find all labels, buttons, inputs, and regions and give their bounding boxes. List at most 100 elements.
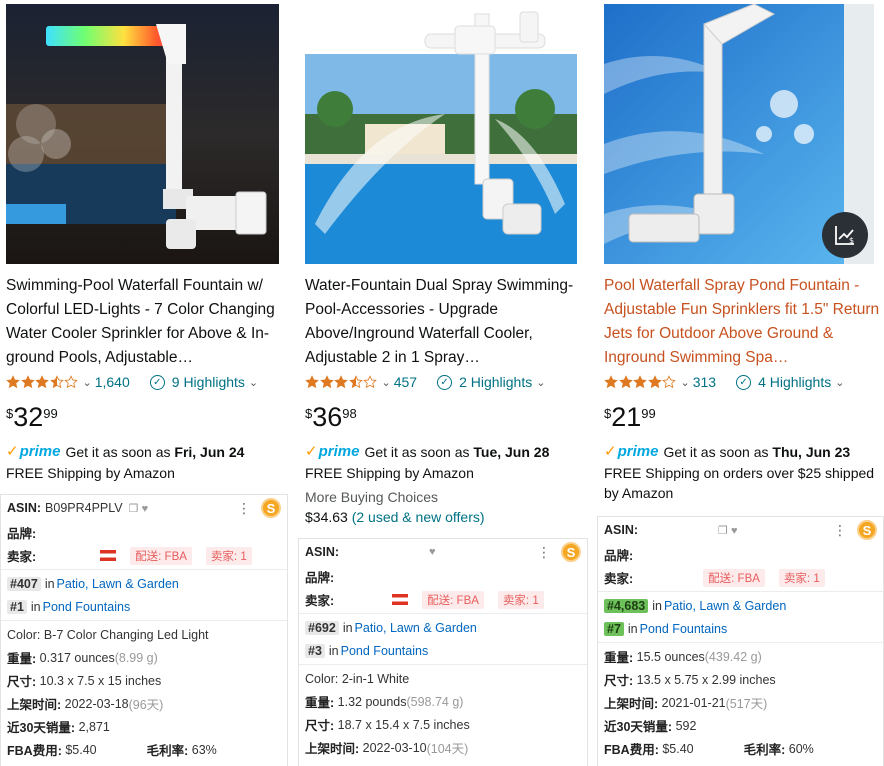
rating-count[interactable]: 313 xyxy=(693,374,716,390)
fba-tag: 配送: FBA xyxy=(703,568,765,587)
product-image-1[interactable] xyxy=(6,4,279,264)
fba-tag: 配送: FBA xyxy=(130,546,192,565)
star-rating[interactable] xyxy=(604,375,677,389)
highlights-link[interactable]: ✓ 4 Highlights ⌄ xyxy=(736,374,847,390)
copy-icon[interactable]: ❐ xyxy=(129,503,139,515)
more-buying-offer: $34.63 (2 used & new offers) xyxy=(305,507,485,527)
heart-icon[interactable]: ♥ xyxy=(731,525,738,537)
heart-icon[interactable]: ♥ xyxy=(142,503,149,515)
delivery-prefix: Get it as soon as xyxy=(663,444,769,460)
price[interactable]: $ 21 99 xyxy=(604,402,656,432)
rank-badge: #407 xyxy=(7,576,41,591)
weight-row: 重量: 1.32 pounds (598.74 g) xyxy=(305,694,464,711)
trend-chart-icon: $ xyxy=(835,226,854,245)
rank-badge: #7 xyxy=(604,621,624,636)
prime-check-icon: ✓ xyxy=(6,443,19,460)
product-title[interactable]: Swimming-Pool Waterfall Fountain w/ Colo… xyxy=(6,274,282,370)
delivery-date: Thu, Jun 23 xyxy=(772,444,851,460)
delivery-row: ✓ prime Get it as soon as Thu, Jun 23 xyxy=(604,442,850,462)
prime-badge: ✓ prime xyxy=(305,443,360,460)
seller-value[interactable] xyxy=(633,571,690,584)
flag-icon xyxy=(100,550,117,561)
heart-icon[interactable]: ♥ xyxy=(429,546,436,558)
kebab-menu-icon[interactable]: ⋮ xyxy=(833,522,847,539)
product-card-3: $ Pool Waterfall Spray Pond Fountain - A… xyxy=(597,0,884,766)
chevron-down-icon[interactable]: ⌄ xyxy=(83,376,92,389)
rank-category-link[interactable]: Pond Fountains xyxy=(341,644,429,658)
star-icon xyxy=(647,375,662,389)
brand-row: 品牌: xyxy=(7,527,37,541)
star-rating[interactable] xyxy=(6,375,79,389)
sellersprite-logo-icon[interactable]: S xyxy=(857,520,877,540)
star-icon xyxy=(348,375,363,389)
rank-category-link[interactable]: Pond Fountains xyxy=(640,622,728,636)
kebab-menu-icon[interactable]: ⋮ xyxy=(237,500,251,517)
rank-category-link[interactable]: Patio, Lawn & Garden xyxy=(57,577,179,591)
kebab-menu-icon[interactable]: ⋮ xyxy=(537,544,551,561)
star-icon xyxy=(20,375,35,389)
copy-icon[interactable]: ❐ xyxy=(718,525,728,537)
sales-row: 近30天销量: 2,871 xyxy=(7,719,110,736)
rank-category-link[interactable]: Patio, Lawn & Garden xyxy=(355,621,477,635)
seller-info-panel: ASIN: ❐ ♥ ⋮ S 品牌: 卖家: 配送: FBA 卖家: 1 #4,6… xyxy=(597,516,884,766)
product-image-2[interactable] xyxy=(305,4,577,264)
rank-category-link[interactable]: Patio, Lawn & Garden xyxy=(664,599,786,613)
size-row: 尺寸: 13.5 x 5.75 x 2.99 inches xyxy=(604,672,776,689)
seller-value[interactable] xyxy=(36,549,97,562)
asin-value[interactable] xyxy=(343,546,424,558)
price[interactable]: $ 36 98 xyxy=(305,402,357,432)
chevron-down-icon[interactable]: ⌄ xyxy=(382,376,391,389)
star-icon xyxy=(49,375,64,389)
rank-badge: #692 xyxy=(305,620,339,635)
product-image-3[interactable]: $ xyxy=(604,4,874,264)
star-icon xyxy=(35,375,49,389)
highlights-link[interactable]: ✓ 2 Highlights ⌄ xyxy=(437,374,548,390)
fees-row: FBA费用: $5.40 毛利率: 63% xyxy=(7,742,217,759)
chevron-down-icon[interactable]: ⌄ xyxy=(681,376,690,389)
sellersprite-logo-icon[interactable]: S xyxy=(561,542,581,562)
offers-link[interactable]: (2 used & new offers) xyxy=(352,509,485,525)
svg-text:$: $ xyxy=(849,236,854,245)
asin-value[interactable]: B09PR4PPLV xyxy=(45,501,123,515)
rating-row: ⌄ 313 ✓ 4 Highlights ⌄ xyxy=(604,372,847,392)
seller-count-tag[interactable]: 卖家: 1 xyxy=(205,546,252,565)
seller-value[interactable] xyxy=(334,593,389,606)
fba-tag: 配送: FBA xyxy=(422,590,484,609)
star-icon xyxy=(363,375,377,389)
color-row: Color: 2-in-1 White xyxy=(305,671,410,686)
rank-category-link[interactable]: Pond Fountains xyxy=(43,600,131,614)
price-whole: 36 xyxy=(312,402,343,432)
shipping-text: FREE Shipping on orders over $25 shipped… xyxy=(604,465,875,501)
weight-row: 重量: 0.317 ounces (8.99 g) xyxy=(7,650,158,667)
listed-row: 上架时间: 2021-01-21 (517天) xyxy=(604,695,768,712)
star-icon xyxy=(618,375,633,389)
price[interactable]: $ 32 99 xyxy=(6,402,58,432)
star-icon xyxy=(6,375,20,389)
star-rating[interactable] xyxy=(305,375,378,389)
seller-count-tag[interactable]: 卖家: 1 xyxy=(778,568,825,587)
trend-chart-button[interactable]: $ xyxy=(822,212,868,258)
delivery-date: Fri, Jun 24 xyxy=(174,444,245,460)
highlights-label: 2 Highlights xyxy=(459,374,533,390)
rating-count[interactable]: 1,640 xyxy=(95,374,130,390)
brand-row: 品牌: xyxy=(604,549,634,563)
product-title[interactable]: Pool Waterfall Spray Pond Fountain - Adj… xyxy=(604,274,880,370)
asin-value[interactable] xyxy=(642,524,713,536)
brand-row: 品牌: xyxy=(305,571,335,585)
product-title[interactable]: Water-Fountain Dual Spray Swimming-Pool-… xyxy=(305,274,581,370)
highlights-link[interactable]: ✓ 9 Highlights ⌄ xyxy=(149,374,261,390)
sellersprite-logo-icon[interactable]: S xyxy=(261,498,281,518)
star-icon xyxy=(305,375,319,389)
seller-info-panel: ASIN: ♥ ⋮ S 品牌: 卖家: 配送: FBA 卖家: 1 #692 i… xyxy=(298,538,588,766)
seller-count-tag[interactable]: 卖家: 1 xyxy=(497,590,544,609)
prime-badge: ✓ prime xyxy=(604,443,659,460)
seller-info-panel: ASIN: B09PR4PPLV ❐ ♥ ⋮ S 品牌: 卖家: 配送: FBA… xyxy=(0,494,288,766)
flag-icon xyxy=(392,594,409,605)
asin-row: ASIN: ♥ ⋮ S xyxy=(299,539,587,565)
product-card-2: Water-Fountain Dual Spray Swimming-Pool-… xyxy=(298,0,588,766)
star-icon xyxy=(604,375,618,389)
price-fraction: 99 xyxy=(641,406,656,421)
delivery-prefix: Get it as soon as xyxy=(364,444,470,460)
rating-count[interactable]: 457 xyxy=(394,374,417,390)
price-symbol: $ xyxy=(6,406,14,421)
